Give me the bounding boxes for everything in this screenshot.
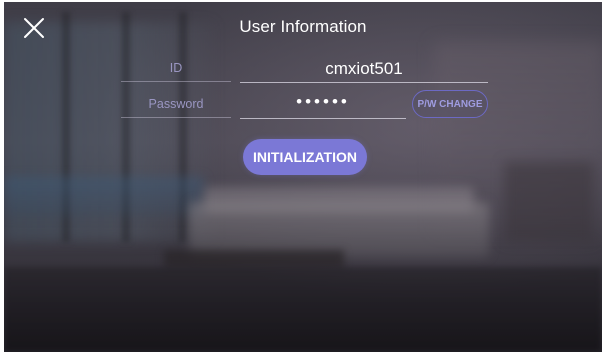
password-field-underline	[240, 90, 406, 119]
background-shelf	[504, 162, 594, 242]
background-window-frame	[122, 12, 130, 242]
background-table	[164, 250, 344, 268]
background-window-frame	[62, 12, 70, 242]
pw-change-button[interactable]: P/W CHANGE	[412, 90, 488, 118]
background-sofa	[189, 202, 489, 257]
initialization-button[interactable]: INITIALIZATION	[243, 139, 367, 175]
background-floor	[4, 267, 602, 352]
id-label: ID	[169, 61, 183, 75]
background-window-frame	[179, 12, 187, 242]
background-sea	[4, 177, 204, 217]
page-title: User Information	[239, 17, 367, 36]
id-field-underline	[240, 54, 488, 83]
password-label: Password	[148, 97, 204, 111]
background-sofa-back	[204, 187, 474, 212]
user-information-screen: User Information ID cmxiot501 Password •…	[4, 2, 602, 352]
